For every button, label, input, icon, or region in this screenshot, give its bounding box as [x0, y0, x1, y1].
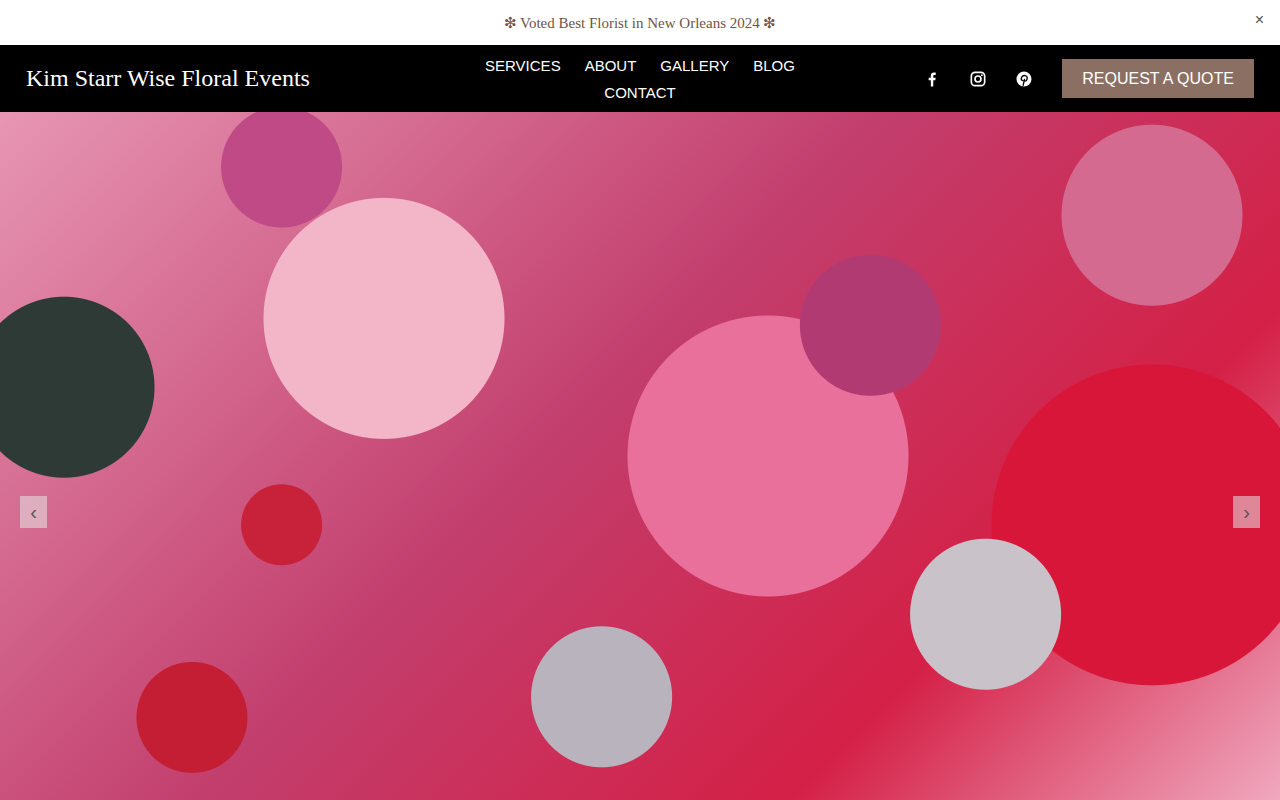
nav-link[interactable]: GALLERY	[660, 55, 729, 76]
logo[interactable]: Kim Starr Wise Floral Events	[26, 65, 310, 92]
announcement-bar: ❇ Voted Best Florist in New Orleans 2024…	[0, 0, 1280, 45]
header: Kim Starr Wise Floral Events SERVICES ABOU…	[0, 45, 1280, 112]
next-slide-button[interactable]: ›	[1233, 496, 1260, 528]
nav-link[interactable]: SERVICES	[485, 55, 561, 76]
prev-slide-button[interactable]: ‹	[20, 496, 47, 528]
nav-link[interactable]: CONTACT	[604, 82, 675, 103]
header-actions: REQUEST A QUOTE	[922, 59, 1254, 98]
nav-link[interactable]: ABOUT	[585, 55, 637, 76]
hero-photo	[0, 112, 1280, 800]
page: ❇ Voted Best Florist in New Orleans 2024…	[0, 0, 1280, 800]
nav-link[interactable]: BLOG	[753, 55, 795, 76]
hero-slideshow: ‹›	[0, 112, 1280, 800]
close-button[interactable]: ×	[1251, 9, 1268, 31]
announcement-text: ❇ Voted Best Florist in New Orleans 2024…	[504, 14, 777, 32]
instagram-icon[interactable]	[968, 69, 988, 89]
facebook-icon[interactable]	[922, 69, 942, 89]
request-quote-button[interactable]: REQUEST A QUOTE	[1062, 59, 1254, 98]
main-nav: SERVICES ABOUT GALLERY BLOG CONTACT	[475, 49, 805, 109]
pinterest-icon[interactable]	[1014, 69, 1034, 89]
